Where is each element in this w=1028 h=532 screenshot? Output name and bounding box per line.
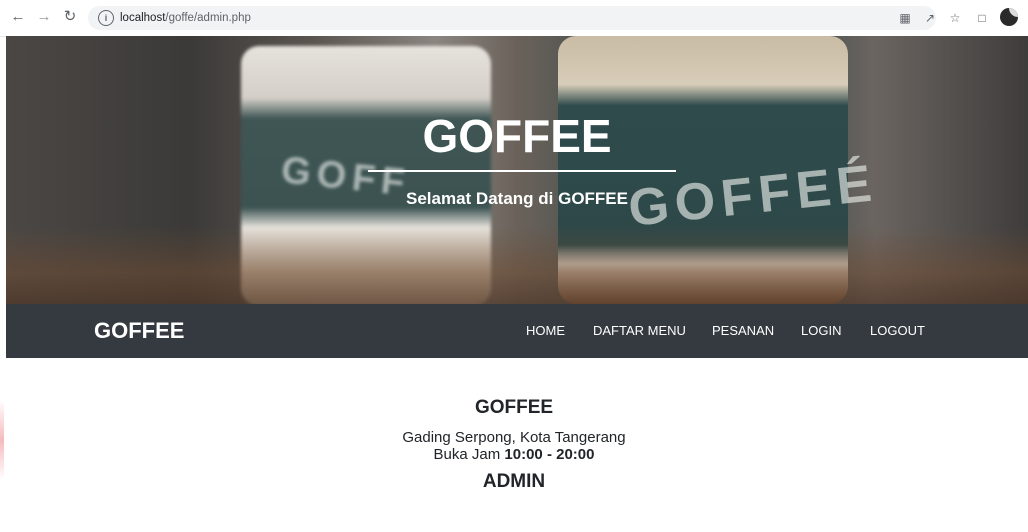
- store-address: Gading Serpong, Kota Tangerang: [402, 429, 626, 446]
- nav-link-pesanan[interactable]: PESANAN: [712, 323, 774, 339]
- address-bar[interactable]: i localhost/goffe/admin.php: [88, 6, 936, 30]
- reload-icon[interactable]: ↻: [60, 7, 80, 27]
- navbar-brand[interactable]: GOFFEE: [94, 318, 184, 344]
- hero-title: GOFFEE: [422, 110, 612, 162]
- hero-subtitle: Selamat Datang di GOFFEE: [406, 189, 628, 208]
- side-panel-icon[interactable]: □: [974, 10, 990, 26]
- store-hours: Buka Jam 10:00 - 20:00: [0, 446, 1028, 463]
- url-host: localhost: [120, 12, 166, 24]
- bookmark-star-icon[interactable]: ☆: [947, 10, 963, 26]
- profile-avatar[interactable]: [1000, 8, 1018, 26]
- nav-link-home[interactable]: HOME: [526, 323, 565, 339]
- store-name: GOFFEE: [474, 397, 554, 418]
- main-navbar: GOFFEE HOME DAFTAR MENU PESANAN LOGIN LO…: [6, 304, 1028, 358]
- nav-link-logout[interactable]: LOGOUT: [870, 323, 925, 339]
- hours-prefix: Buka Jam: [433, 446, 501, 463]
- hours-value: 10:00 - 20:00: [504, 446, 595, 463]
- forward-icon[interactable]: →: [34, 7, 54, 27]
- user-role: ADMIN: [482, 471, 546, 492]
- share-icon[interactable]: ↗: [922, 10, 938, 26]
- page-edge-accent: [0, 400, 4, 480]
- nav-link-login[interactable]: LOGIN: [801, 323, 841, 339]
- hero-banner: GOFF GOFFEÉ GOFFEE Selamat Datang di GOF…: [6, 36, 1028, 304]
- back-icon[interactable]: ←: [8, 7, 28, 27]
- url-text[interactable]: localhost/goffe/admin.php: [120, 10, 251, 26]
- nav-link-daftar-menu[interactable]: DAFTAR MENU: [593, 323, 686, 339]
- translate-icon[interactable]: ▦: [897, 10, 913, 26]
- info-icon[interactable]: i: [98, 10, 114, 26]
- url-path: /goffe/admin.php: [165, 12, 251, 24]
- table-surface: [6, 226, 1028, 304]
- hero-divider: [368, 170, 676, 172]
- browser-toolbar: ← → ↻ i localhost/goffe/admin.php ▦ ↗ ☆ …: [0, 0, 1028, 37]
